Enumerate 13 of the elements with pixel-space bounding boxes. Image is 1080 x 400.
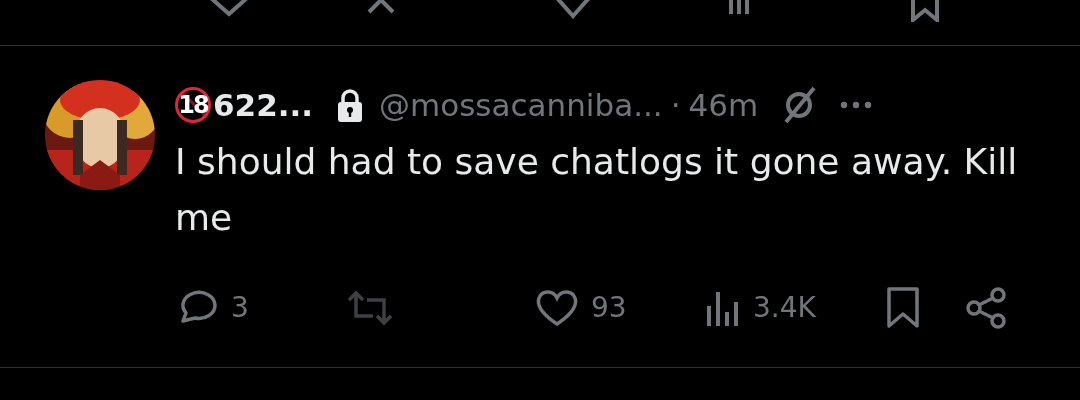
more-icon[interactable] xyxy=(840,101,873,109)
post-text: I should had to save chatlogs it gone away. Kill me xyxy=(175,140,1019,240)
grok-icon[interactable] xyxy=(782,86,817,124)
reply-button[interactable]: 3 xyxy=(175,287,345,329)
views-button[interactable]: 3.4K xyxy=(705,287,885,329)
like-button[interactable]: 93 xyxy=(535,287,705,329)
timestamp[interactable]: 46m xyxy=(688,81,759,129)
bookmark-icon xyxy=(885,286,921,330)
user-handle[interactable]: @mossacanniba... xyxy=(379,81,663,129)
share-icon xyxy=(965,287,1007,329)
display-name[interactable]: 622... xyxy=(213,81,314,129)
age-badge: 18 xyxy=(175,87,211,123)
separator-dot: · xyxy=(670,85,681,125)
